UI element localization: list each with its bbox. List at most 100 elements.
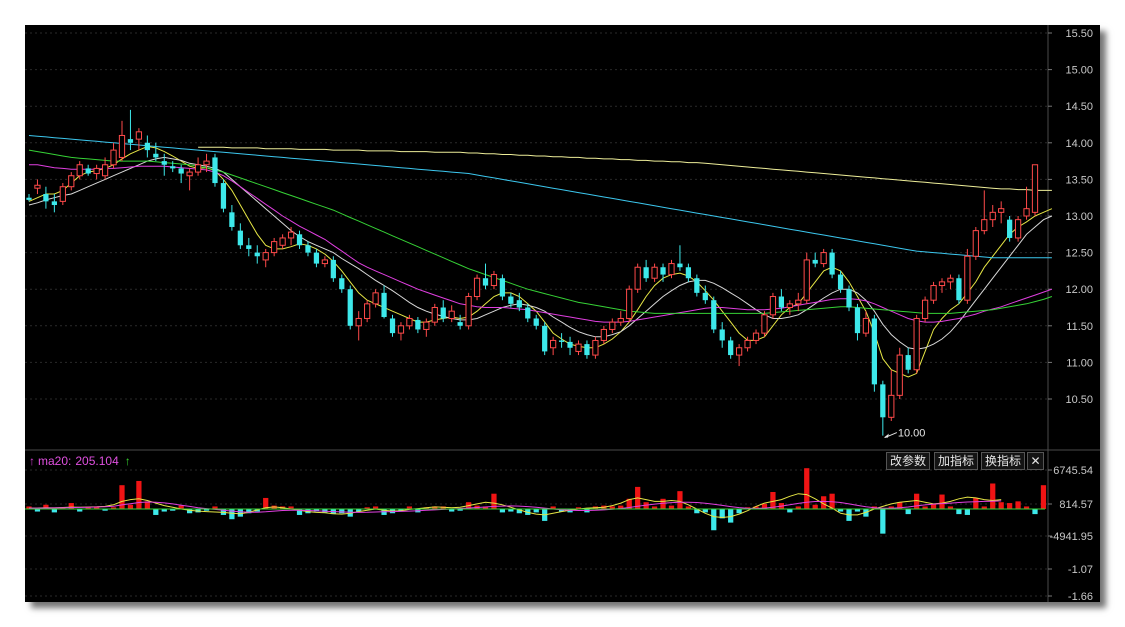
- candle-body: [406, 317, 413, 327]
- stock-chart[interactable]: 15.50 15.00 14.50 14.00 13.50 13.00 12.50 12.00…: [25, 25, 1100, 602]
- candlestick: [972, 226, 979, 260]
- candlestick: [896, 347, 903, 399]
- candle-body: [229, 212, 235, 227]
- price-tick-label: 11.50: [1066, 321, 1093, 333]
- price-tick-label: 13.50: [1065, 174, 1093, 186]
- candle-body: [482, 278, 489, 286]
- candle-body: [626, 288, 633, 319]
- candle-body: [660, 267, 666, 275]
- candle-body: [355, 317, 362, 327]
- close-icon[interactable]: ✕: [1027, 452, 1044, 470]
- candlestick: [711, 296, 717, 334]
- candle-body: [287, 231, 295, 239]
- chart-window: 15.50 15.00 14.50 14.00 13.50 13.00 12.50 12.00…: [25, 25, 1100, 602]
- candlestick: [609, 318, 616, 334]
- candlestick: [457, 314, 463, 330]
- candle-body: [812, 259, 818, 264]
- candlestick: [1023, 186, 1030, 220]
- candlestick: [212, 153, 218, 187]
- candlestick: [558, 333, 565, 348]
- switch-indicator-button[interactable]: 换指标: [981, 452, 1026, 470]
- candle-body: [397, 325, 405, 334]
- candle-body: [220, 183, 227, 209]
- volume-bar: [711, 509, 717, 531]
- candle-body: [246, 245, 252, 249]
- candlestick: [829, 248, 835, 279]
- candle-body: [837, 274, 844, 290]
- volume-bar: [533, 509, 539, 513]
- price-axis: 15.50 15.00 14.50 14.00 13.50 13.00 12.50 12.00…: [1048, 28, 1093, 406]
- price-tick-label: 10.50: [1065, 394, 1093, 406]
- candlestick: [981, 190, 988, 235]
- moving-average-line: [198, 146, 1052, 191]
- candlestick: [592, 336, 599, 359]
- candle-body: [490, 274, 498, 287]
- candle-body: [643, 267, 649, 279]
- candle-body: [981, 219, 988, 232]
- candle-body: [558, 340, 565, 342]
- volume-bar: [136, 480, 142, 509]
- volume-tick-label: 814.57: [1059, 499, 1093, 511]
- add-indicator-button[interactable]: 加指标: [934, 452, 979, 470]
- candle-body: [93, 167, 100, 175]
- candlestick: [998, 201, 1005, 224]
- volume-bar: [880, 509, 886, 534]
- price-tick-label: 15.50: [1065, 28, 1093, 40]
- candlestick: [406, 314, 413, 330]
- candle-body: [711, 300, 717, 330]
- volume-bar: [736, 509, 742, 514]
- candle-body: [803, 259, 810, 301]
- price-tick-label: 13.00: [1065, 211, 1093, 223]
- volume-bar: [905, 509, 911, 515]
- candlestick: [389, 314, 396, 337]
- candlestick: [685, 263, 692, 282]
- volume-bar: [964, 509, 970, 515]
- volume-bar: [939, 494, 945, 509]
- candle-body: [170, 166, 176, 169]
- candle-body: [186, 171, 193, 177]
- candle-body: [339, 278, 345, 290]
- candle-body: [964, 255, 971, 301]
- candle-body: [237, 230, 243, 246]
- volume-tick-label: -4941.95: [1050, 531, 1093, 543]
- volume-bar: [1015, 501, 1021, 509]
- indicator-value: 205.104: [75, 454, 119, 468]
- candlestick: [381, 285, 387, 319]
- moving-average-line: [28, 145, 1053, 378]
- candle-body: [896, 354, 903, 396]
- candlestick: [1031, 164, 1039, 216]
- candlestick: [1014, 216, 1022, 242]
- candle-body: [415, 319, 421, 330]
- volume-bar: [998, 502, 1004, 509]
- volume-bar: [990, 483, 996, 509]
- change-params-button[interactable]: 改参数: [886, 452, 931, 470]
- candle-body: [956, 278, 962, 301]
- candlestick: [490, 270, 498, 290]
- candlestick: [1007, 216, 1013, 242]
- candle-body: [752, 332, 760, 341]
- candle-body: [43, 194, 49, 202]
- candle-body: [609, 321, 616, 330]
- candlestick: [812, 252, 818, 268]
- price-tick-label: 11.00: [1066, 357, 1093, 369]
- candle-body: [68, 175, 75, 188]
- candle-body: [271, 241, 278, 254]
- candlestick: [846, 285, 852, 312]
- candle-body: [947, 277, 954, 283]
- candle-body: [542, 325, 548, 352]
- candlestick: [752, 329, 760, 345]
- volume-bar: [51, 509, 57, 513]
- candle-body: [735, 347, 743, 356]
- moving-average-line: [28, 135, 1052, 259]
- candle-body: [634, 266, 641, 290]
- candle-body: [668, 263, 675, 276]
- candle-body: [389, 318, 396, 334]
- candle-body: [508, 296, 514, 304]
- candle-body: [499, 278, 506, 297]
- candle-body: [110, 149, 117, 166]
- candlestick: [989, 205, 996, 227]
- volume-bar: [339, 509, 345, 514]
- candle-body: [525, 307, 531, 319]
- candlestick: [110, 142, 117, 169]
- candle-body: [820, 252, 827, 265]
